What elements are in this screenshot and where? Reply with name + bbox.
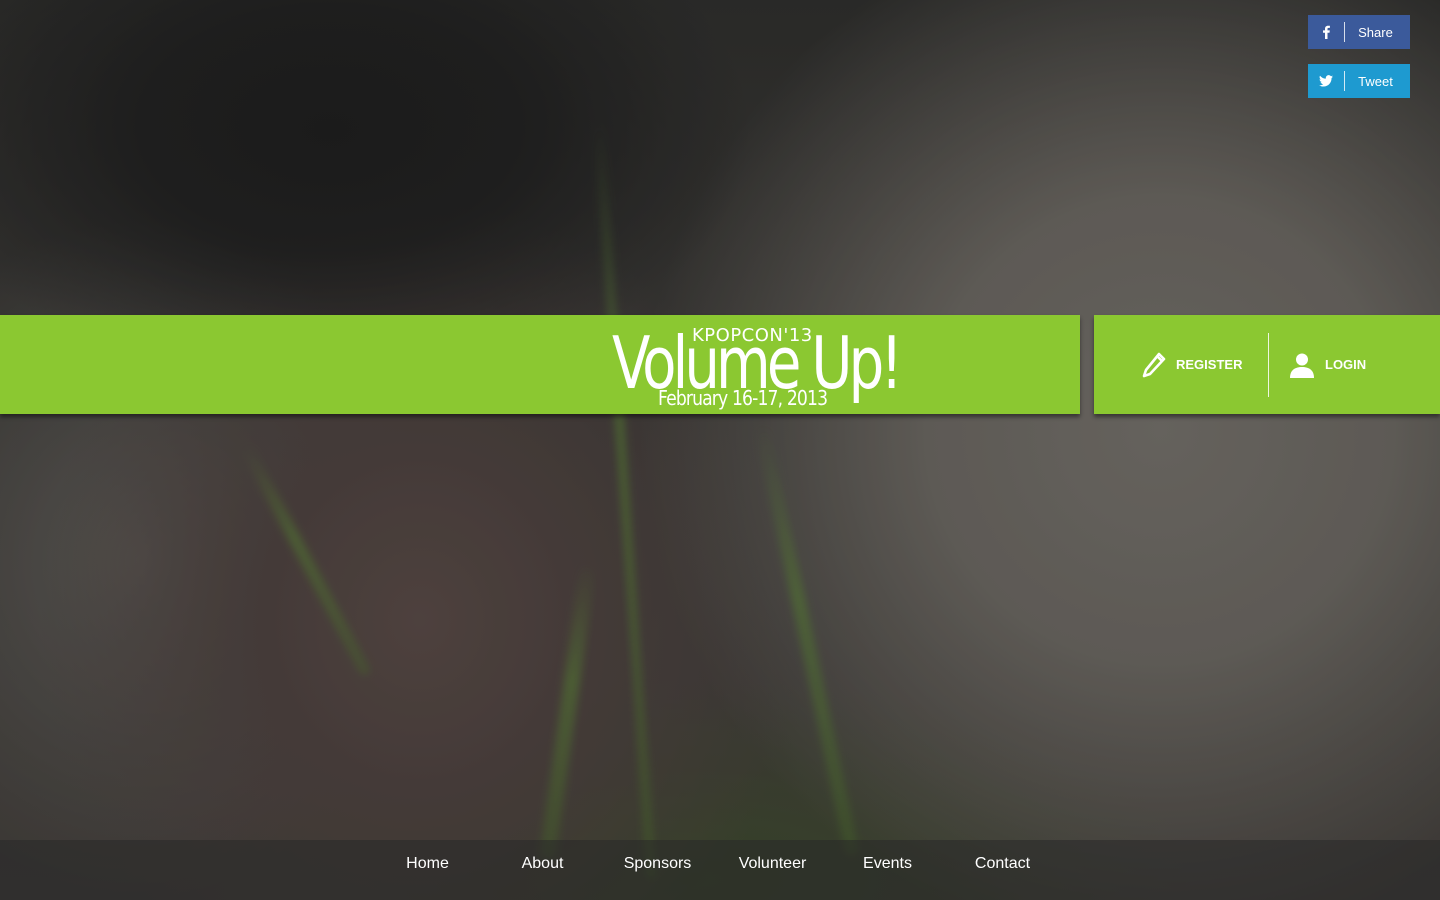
nav-item-contact[interactable]: Contact [945,840,1060,890]
nav-item-about[interactable]: About [485,840,600,890]
pencil-icon [1142,352,1166,378]
event-logo[interactable]: Volume Up! KPOPCON'13 February 16-17, 20… [610,321,903,411]
tweet-label: Tweet [1358,73,1393,89]
twitter-icon [1308,75,1344,87]
twitter-tweet-button[interactable]: Tweet [1308,64,1410,98]
facebook-share-button[interactable]: Share [1308,15,1410,49]
user-icon [1289,352,1315,378]
login-button[interactable]: LOGIN [1269,315,1366,414]
page: Share Tweet Volume Up! KPOPCON'13 Februa… [0,0,1440,900]
share-label: Share [1358,24,1393,40]
nav-item-events[interactable]: Events [830,840,945,890]
login-label: LOGIN [1325,357,1367,372]
logo-kicker: KPOPCON'13 [692,325,813,346]
account-panel: REGISTER LOGIN [1094,315,1440,414]
nav-item-home[interactable]: Home [370,840,485,890]
register-label: REGISTER [1176,357,1243,372]
logo-date: February 16-17, 2013 [658,386,828,410]
header-banner [0,315,1080,414]
nav-item-volunteer[interactable]: Volunteer [715,840,830,890]
background-overlay [0,0,1440,900]
main-nav: Home About Sponsors Volunteer Events Con… [0,840,1440,900]
facebook-icon [1308,25,1344,39]
nav-item-sponsors[interactable]: Sponsors [600,840,715,890]
register-button[interactable]: REGISTER [1094,315,1268,414]
